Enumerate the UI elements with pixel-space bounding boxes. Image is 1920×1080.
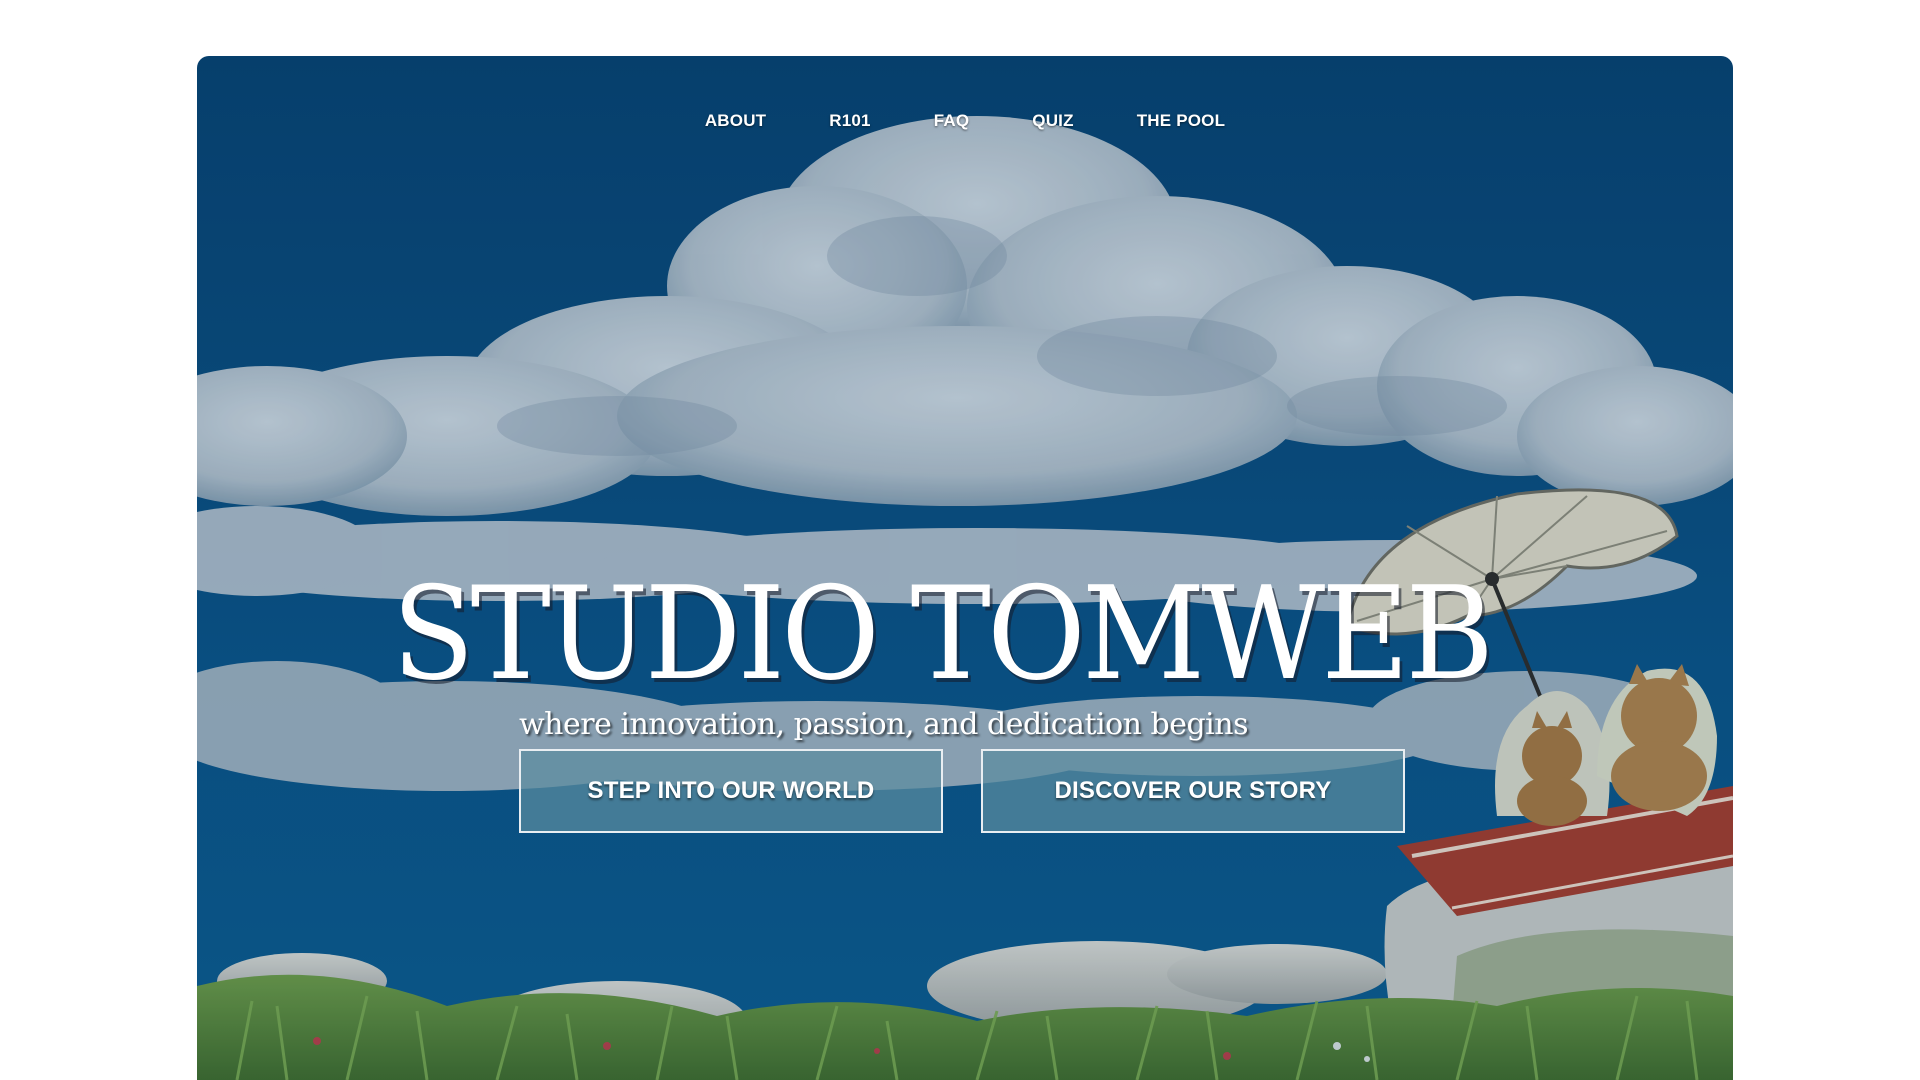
hero-title: STUDIO TOMWEB — [392, 560, 1494, 709]
hero-section: ABOUT R101 FAQ QUIZ THE POOL STUDIO TOMW… — [197, 56, 1733, 1080]
hero-subtitle: where innovation, passion, and dedicatio… — [519, 707, 1249, 742]
nav-r101[interactable]: R101 — [829, 111, 870, 131]
step-into-our-world-button[interactable]: STEP INTO OUR WORLD — [519, 749, 943, 833]
nav-quiz[interactable]: QUIZ — [1032, 111, 1073, 131]
nav-about[interactable]: ABOUT — [705, 111, 766, 131]
nav-faq[interactable]: FAQ — [934, 111, 970, 131]
cta-group: STEP INTO OUR WORLD DISCOVER OUR STORY — [519, 749, 1405, 833]
discover-our-story-button[interactable]: DISCOVER OUR STORY — [981, 749, 1405, 833]
top-nav: ABOUT R101 FAQ QUIZ THE POOL — [197, 111, 1733, 131]
nav-the-pool[interactable]: THE POOL — [1137, 111, 1226, 131]
